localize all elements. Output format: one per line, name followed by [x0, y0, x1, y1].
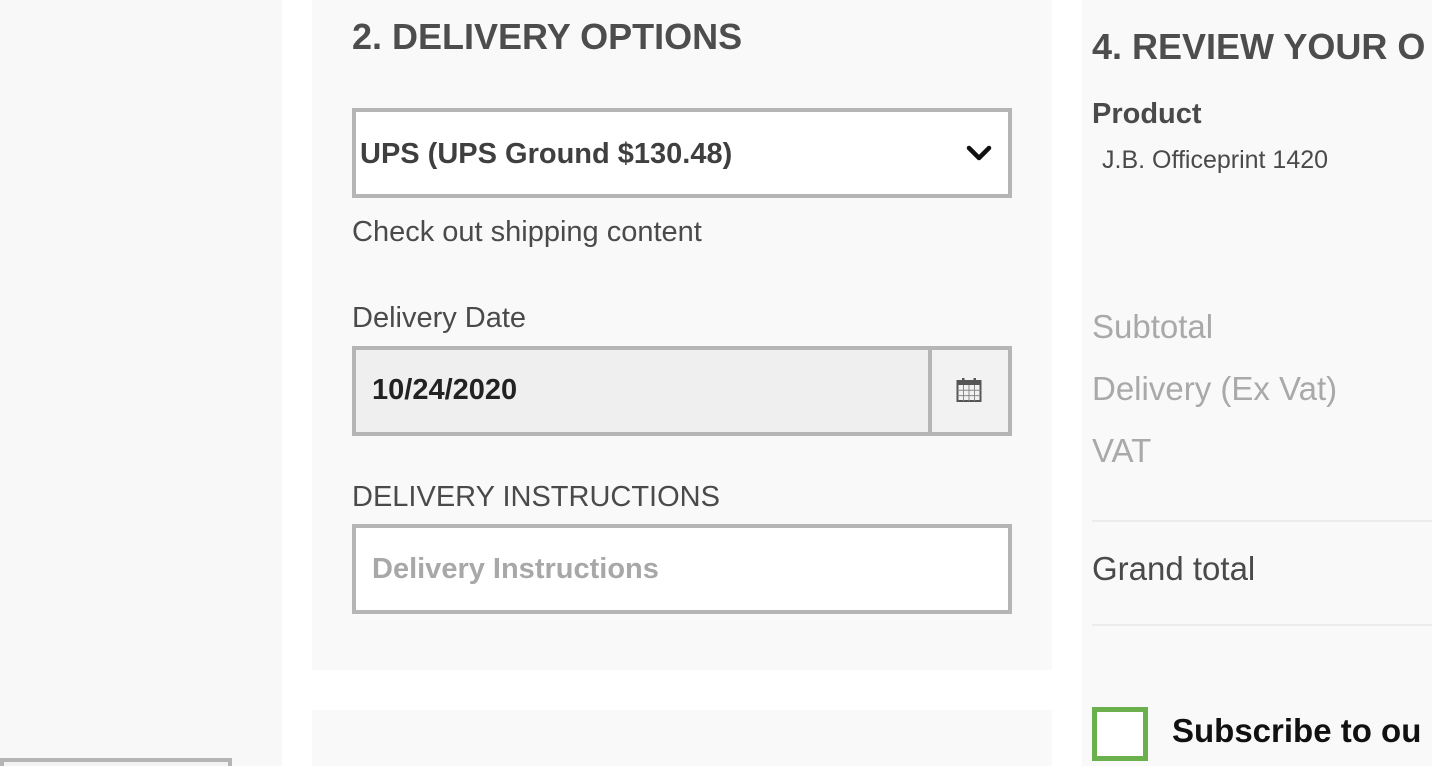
calendar-icon	[956, 378, 982, 402]
next-section	[312, 710, 1052, 766]
chevron-down-icon	[966, 145, 992, 161]
delivery-instructions-label: DELIVERY INSTRUCTIONS	[352, 481, 720, 513]
delivery-cost-label: Delivery (Ex Vat)	[1092, 370, 1338, 407]
delivery-instructions-input[interactable]	[352, 524, 1012, 614]
delivery-date-label: Delivery Date	[352, 302, 527, 334]
delivery-options-section: 2. DELIVERY OPTIONS UPS (UPS Ground $130…	[312, 0, 1052, 670]
vat-label: VAT	[1092, 432, 1152, 469]
product-label: Product	[1092, 98, 1202, 130]
subtotal-label: Subtotal	[1092, 308, 1214, 345]
review-order-title: 4. REVIEW YOUR O	[1092, 26, 1426, 67]
left-column-button-edge[interactable]	[0, 758, 232, 766]
summary-divider	[1092, 624, 1432, 626]
delivery-date-field[interactable]: 10/24/2020	[352, 346, 1012, 436]
delivery-options-title: 2. DELIVERY OPTIONS	[352, 16, 743, 57]
left-column	[0, 0, 282, 766]
subscribe-label[interactable]: Subscribe to ou	[1172, 712, 1421, 750]
review-order-section: 4. REVIEW YOUR O Product J.B. Officeprin…	[1082, 0, 1432, 766]
summary-divider	[1092, 520, 1432, 522]
shipping-method-value: UPS (UPS Ground $130.48)	[360, 138, 733, 170]
subscribe-checkbox[interactable]	[1092, 707, 1148, 761]
shipping-method-select[interactable]: UPS (UPS Ground $130.48)	[352, 108, 1012, 198]
grand-total-label: Grand total	[1092, 550, 1256, 587]
delivery-date-value: 10/24/2020	[372, 374, 518, 406]
calendar-button[interactable]	[928, 350, 1008, 432]
product-name: J.B. Officeprint 1420	[1102, 146, 1329, 174]
shipping-content-link[interactable]: Check out shipping content	[352, 216, 702, 249]
